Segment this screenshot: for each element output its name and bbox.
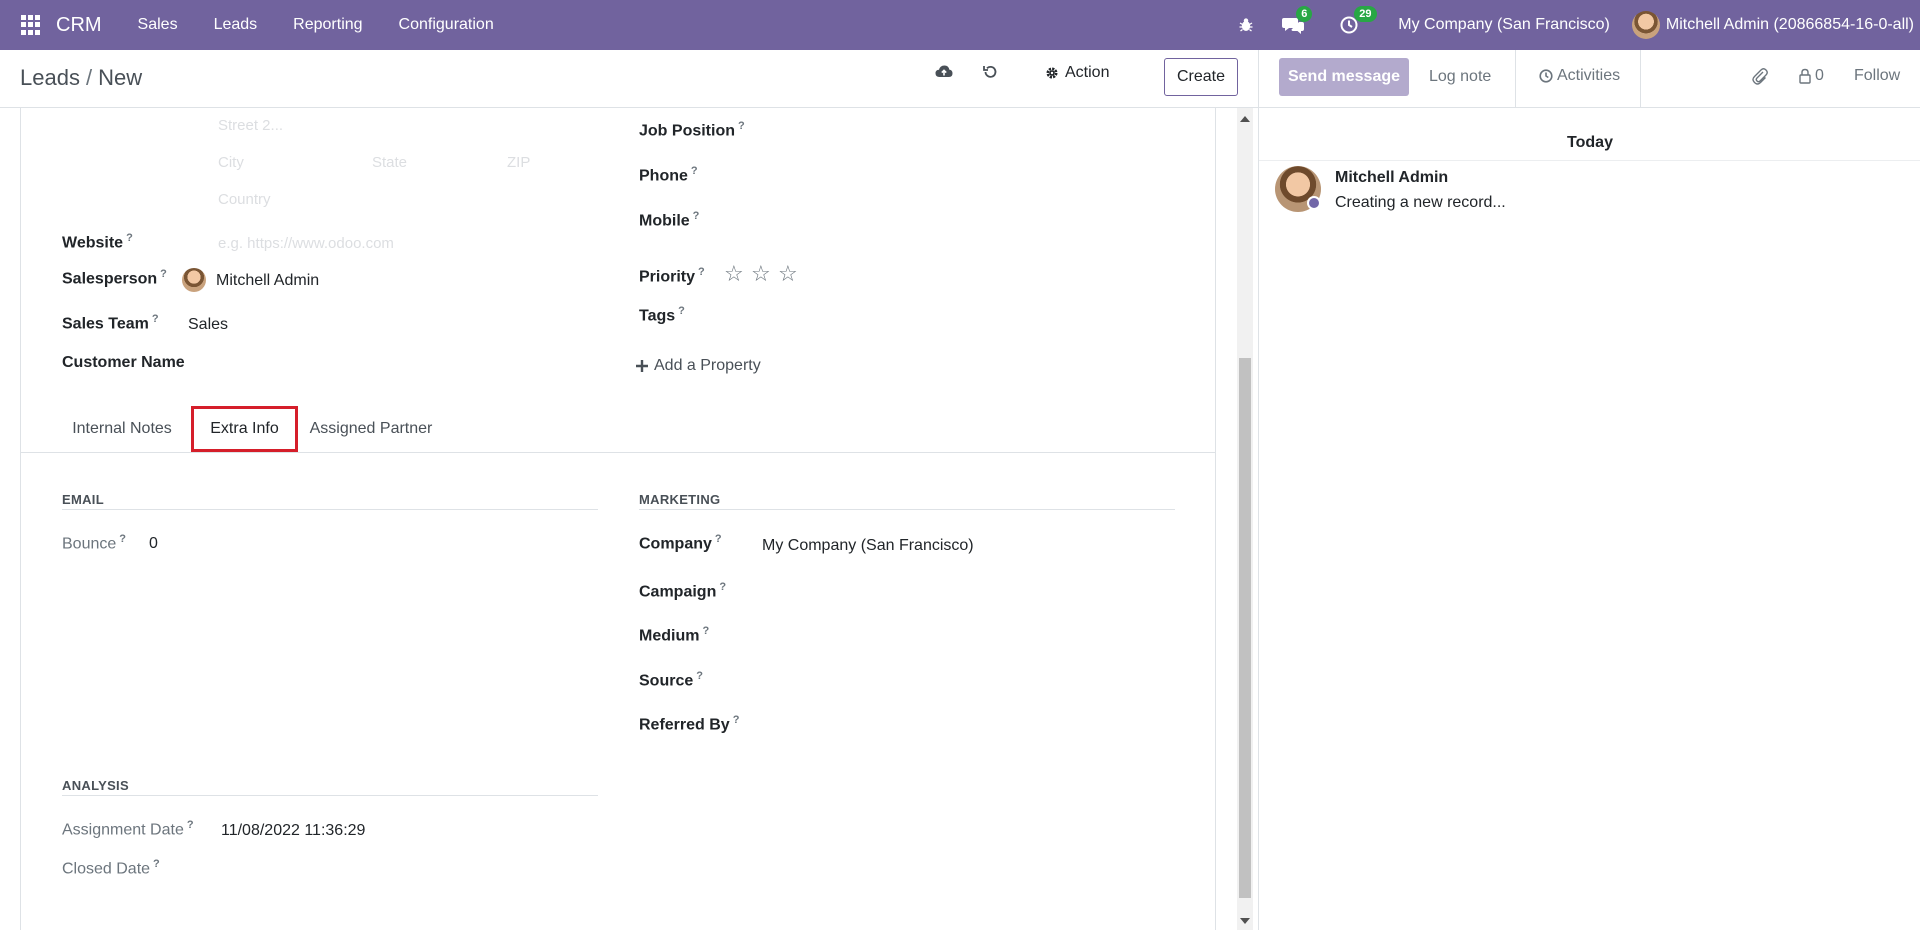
priority-star-3-icon[interactable]: ☆ [778, 261, 798, 287]
assignment-date-field: 11/08/2022 11:36:29 [221, 822, 366, 839]
followers-button[interactable]: 0 [1799, 67, 1824, 85]
lock-icon [1799, 68, 1811, 84]
company-label: Company? [639, 533, 722, 553]
salesperson-field[interactable]: Mitchell Admin [216, 272, 319, 290]
message-body: Creating a new record... [1335, 194, 1506, 211]
plus-icon [636, 360, 648, 372]
chatter-divider [1640, 50, 1641, 108]
debug-bug-icon[interactable] [1238, 17, 1254, 33]
tab-internal-notes[interactable]: Internal Notes [67, 406, 177, 452]
menu-reporting[interactable]: Reporting [293, 16, 362, 34]
referred-by-label: Referred By? [639, 714, 740, 734]
customer-name-label: Customer Name [62, 354, 185, 371]
breadcrumb-leads[interactable]: Leads [20, 65, 80, 90]
discard-undo-icon[interactable] [982, 64, 998, 80]
company-switcher[interactable]: My Company (San Francisco) [1398, 16, 1610, 34]
log-note-button[interactable]: Log note [1429, 68, 1491, 86]
priority-star-1-icon[interactable]: ☆ [724, 261, 744, 287]
sales-team-label: Sales Team? [62, 313, 159, 333]
form-scrollbar[interactable] [1237, 108, 1253, 930]
follow-button[interactable]: Follow [1854, 67, 1900, 85]
send-message-button[interactable]: Send message [1279, 58, 1409, 96]
menu-leads[interactable]: Leads [214, 16, 258, 34]
action-label: Action [1065, 64, 1110, 81]
activities-label: Activities [1557, 67, 1621, 84]
add-property-button[interactable]: Add a Property [636, 357, 761, 375]
state-input[interactable]: State [372, 154, 407, 171]
top-navbar: CRM Sales Leads Reporting Configuration … [0, 0, 1920, 50]
gear-icon [1046, 67, 1058, 79]
campaign-label: Campaign? [639, 581, 727, 601]
form-sheet: Street 2... City State ZIP Country Websi… [20, 108, 1216, 930]
scroll-thumb[interactable] [1239, 358, 1251, 898]
phone-label: Phone? [639, 165, 698, 185]
scroll-down-icon[interactable] [1240, 918, 1250, 924]
city-input[interactable]: City [218, 154, 244, 171]
attachments-paperclip-icon[interactable] [1752, 67, 1768, 85]
street2-input[interactable]: Street 2... [218, 117, 283, 134]
followers-count: 0 [1815, 67, 1824, 84]
email-section-title: EMAIL [62, 492, 104, 507]
navbar-systray: 6 29 My Company (San Francisco) Mitchell… [1224, 0, 1920, 50]
create-button[interactable]: Create [1164, 58, 1238, 96]
closed-date-label: Closed Date? [62, 858, 160, 878]
tab-extra-info[interactable]: Extra Info [191, 406, 298, 452]
salesperson-label: Salesperson? [62, 268, 167, 288]
chatter-topbar: Send message Log note Activities 0 Follo… [1259, 50, 1920, 108]
tags-label: Tags? [639, 305, 685, 325]
menu-configuration[interactable]: Configuration [399, 16, 494, 34]
scroll-up-icon[interactable] [1240, 116, 1250, 122]
user-menu[interactable]: Mitchell Admin (20866854-16-0-all) [1666, 16, 1914, 34]
today-separator: Today [1567, 134, 1613, 151]
mobile-label: Mobile? [639, 210, 700, 230]
website-label: Website? [62, 232, 133, 252]
marketing-section-title: MARKETING [639, 492, 721, 507]
zip-input[interactable]: ZIP [507, 154, 530, 171]
action-button[interactable]: Action [1045, 64, 1109, 82]
chatter-panel: Send message Log note Activities 0 Follo… [1258, 50, 1920, 930]
bounce-label: Bounce? [62, 533, 126, 553]
company-field[interactable]: My Company (San Francisco) [762, 537, 974, 555]
today-divider [1259, 160, 1920, 161]
breadcrumb-separator: / [85, 65, 93, 90]
sales-team-field[interactable]: Sales [188, 316, 228, 334]
email-section-divider [62, 509, 598, 510]
priority-star-2-icon[interactable]: ☆ [751, 261, 771, 287]
job-position-label: Job Position? [639, 120, 745, 140]
breadcrumb: Leads / New [20, 65, 142, 91]
activities-clock-icon[interactable]: 29 [1340, 6, 1377, 34]
bounce-field: 0 [149, 535, 158, 552]
activities-button[interactable]: Activities [1539, 67, 1620, 85]
source-label: Source? [639, 670, 703, 690]
marketing-section-divider [639, 509, 1175, 510]
assignment-date-label: Assignment Date? [62, 819, 194, 839]
clock-icon [1539, 69, 1553, 83]
control-panel: Leads / New Action Create [0, 50, 1258, 108]
medium-label: Medium? [639, 625, 710, 645]
menu-sales[interactable]: Sales [138, 16, 178, 34]
salesperson-avatar [182, 268, 206, 292]
message-author[interactable]: Mitchell Admin [1335, 169, 1448, 187]
apps-menu-icon[interactable] [21, 15, 41, 35]
analysis-section-divider [62, 795, 598, 796]
messages-icon[interactable]: 6 [1282, 6, 1313, 34]
analysis-section-title: ANALYSIS [62, 778, 129, 793]
breadcrumb-current: New [98, 65, 143, 90]
user-avatar[interactable] [1631, 11, 1660, 39]
notebook-tabs: Internal Notes Extra Info Assigned Partn… [21, 406, 1215, 453]
priority-label: Priority? [639, 266, 705, 286]
app-brand[interactable]: CRM [56, 14, 102, 37]
activities-badge: 29 [1354, 6, 1377, 22]
messages-badge: 6 [1296, 6, 1313, 22]
website-input[interactable]: e.g. https://www.odoo.com [218, 235, 394, 252]
save-cloud-icon[interactable] [935, 64, 953, 80]
tab-assigned-partner[interactable]: Assigned Partner [306, 406, 436, 452]
chatter-divider [1515, 50, 1516, 108]
country-input[interactable]: Country [218, 191, 271, 208]
add-property-label: Add a Property [654, 357, 761, 374]
online-status-dot [1307, 196, 1321, 210]
